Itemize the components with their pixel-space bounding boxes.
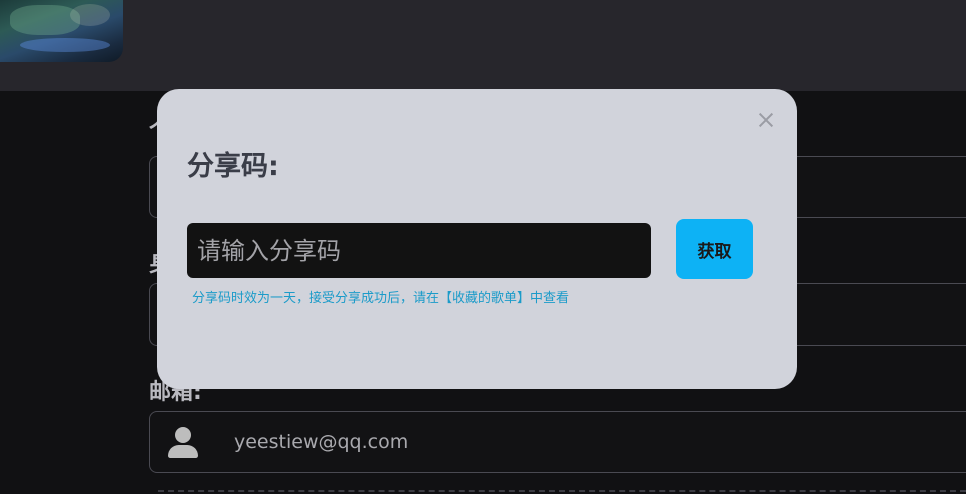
get-button[interactable]: 获取 <box>676 219 753 279</box>
share-code-dialog: 分享码: 分享码时效为一天，接受分享成功后，请在【收藏的歌单】中查看 获取 <box>157 89 797 389</box>
modal-overlay: 分享码: 分享码时效为一天，接受分享成功后，请在【收藏的歌单】中查看 获取 <box>0 0 966 494</box>
share-code-input[interactable] <box>187 223 651 278</box>
close-icon[interactable] <box>755 109 777 131</box>
share-code-hint: 分享码时效为一天，接受分享成功后，请在【收藏的歌单】中查看 <box>192 291 570 306</box>
dialog-title: 分享码: <box>187 151 279 182</box>
